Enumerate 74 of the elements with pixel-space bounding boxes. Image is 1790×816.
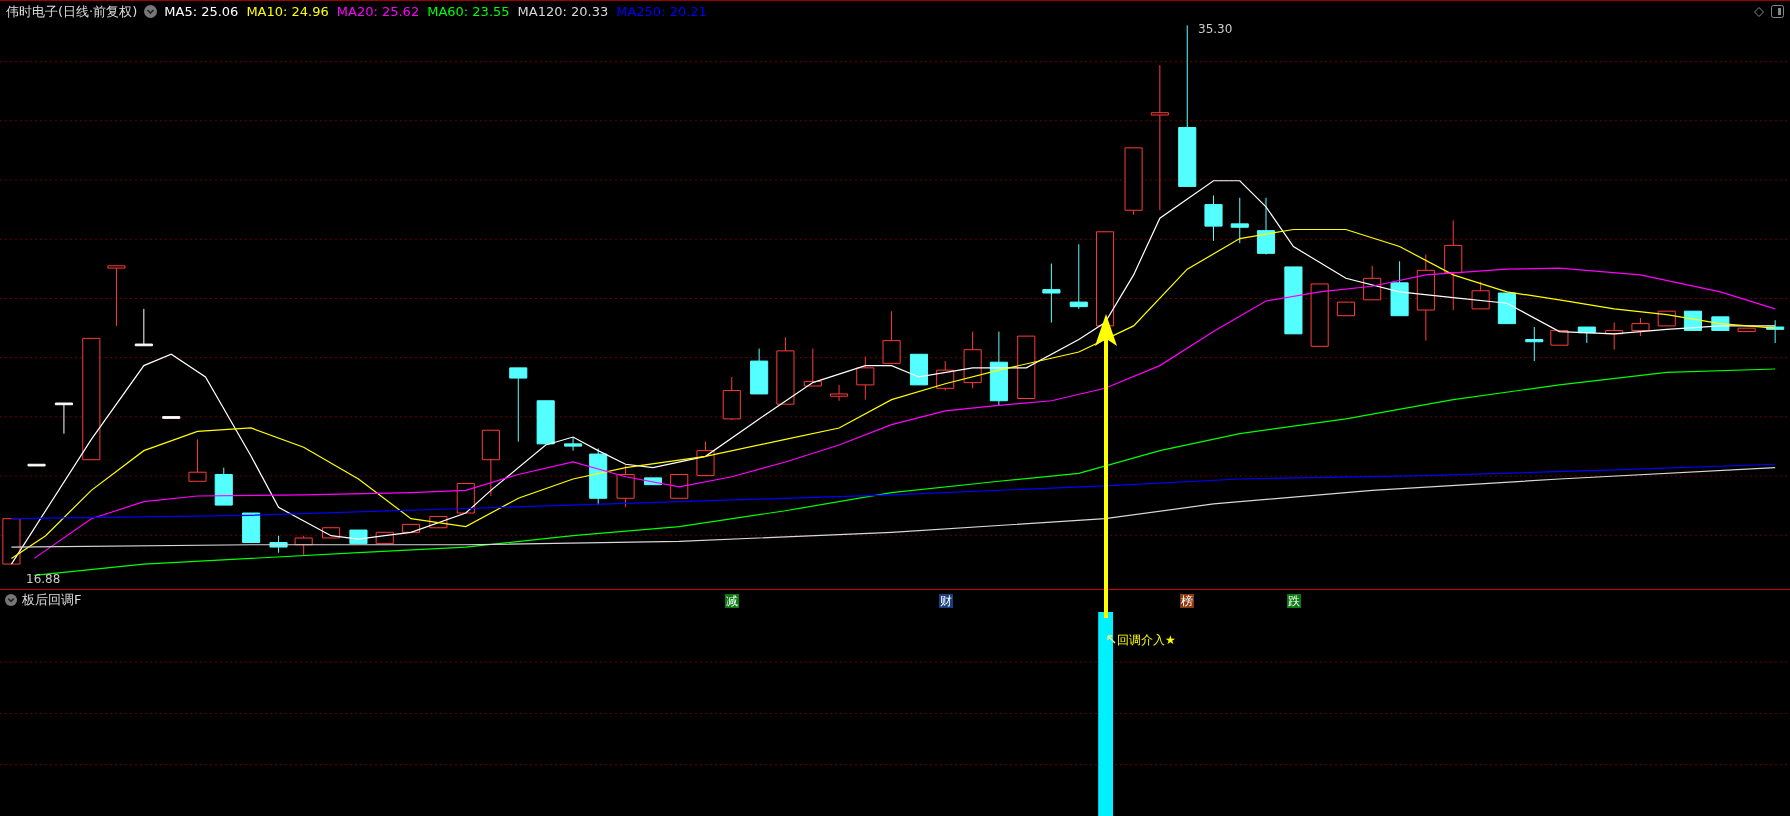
candlestick	[722, 376, 741, 421]
signal-tag: 财	[939, 594, 953, 608]
candlestick	[134, 308, 153, 347]
candlestick	[401, 523, 421, 533]
candlestick	[162, 416, 181, 419]
candlestick	[776, 336, 795, 405]
candlestick	[54, 402, 73, 435]
candlestick	[564, 436, 583, 452]
moving-average-value: MA5: 25.06	[164, 4, 239, 19]
dropdown-icon[interactable]	[5, 594, 17, 606]
dropdown-icon[interactable]	[144, 5, 158, 18]
candlestick	[322, 527, 341, 539]
candlestick	[456, 483, 475, 514]
candlestick	[696, 441, 715, 477]
candlestick	[830, 384, 849, 402]
candlestick	[429, 515, 448, 529]
candlestick	[536, 400, 555, 445]
candlestick	[1737, 327, 1756, 333]
candlestick	[616, 464, 635, 508]
stock-title: 伟时电子(日线·前复权)	[6, 2, 138, 21]
candlestick	[1550, 329, 1569, 346]
signal-label: 回调介入★	[1117, 632, 1176, 649]
moving-average-value: MA120: 20.33	[517, 4, 609, 19]
candlestick	[1605, 322, 1624, 351]
candlestick	[963, 331, 982, 389]
candlestick	[242, 512, 261, 543]
candlestick	[481, 429, 500, 497]
candlestick	[1124, 147, 1143, 216]
candlestick	[1390, 260, 1409, 317]
candlestick	[1204, 195, 1223, 242]
candlestick	[909, 353, 929, 386]
candlestick	[670, 473, 689, 499]
moving-average-value: MA250: 20.21	[616, 4, 707, 19]
candlestick	[1284, 266, 1303, 335]
candlestick	[803, 348, 822, 387]
candlestick	[27, 463, 46, 467]
candlestick	[589, 447, 608, 506]
moving-average-value: MA60: 23.55	[427, 4, 510, 19]
candlestick	[1471, 281, 1490, 310]
candlestick	[1256, 197, 1276, 255]
high-price-label: 35.30	[1198, 22, 1233, 36]
candlestick	[643, 477, 663, 486]
candlestick	[1017, 335, 1036, 399]
candlestick	[856, 356, 875, 401]
candlestick	[1497, 292, 1516, 325]
signal-tag: 榜	[1180, 594, 1194, 608]
candlestick	[1577, 326, 1596, 344]
candlestick	[188, 438, 207, 482]
candlestick	[1336, 301, 1355, 317]
candlestick	[936, 360, 955, 392]
candlestick	[1069, 243, 1088, 310]
panel-toggle-icon[interactable]	[1771, 5, 1784, 18]
candlestick	[1363, 265, 1382, 301]
candlestick	[1042, 263, 1061, 323]
signal-tag: 减	[725, 594, 739, 608]
candlestick	[1657, 310, 1676, 327]
candlestick	[107, 265, 126, 327]
moving-average-value: MA10: 24.96	[246, 4, 329, 19]
candlestick	[294, 535, 313, 556]
candlestick	[1631, 317, 1650, 337]
candlestick	[1525, 326, 1544, 362]
candlestick	[1310, 283, 1329, 347]
candlestick	[750, 348, 769, 395]
candlestick	[214, 467, 233, 506]
candlestick	[269, 535, 288, 554]
signal-tag: 跌	[1287, 594, 1301, 608]
moving-average-value: MA20: 25.62	[336, 4, 420, 19]
indicator-title: 板后回调F	[22, 591, 82, 609]
pointer-arrow-icon	[1107, 635, 1116, 644]
low-price-label: 16.88	[26, 572, 61, 586]
candlestick	[882, 310, 901, 364]
candlestick	[1766, 319, 1785, 344]
candlestick	[1230, 197, 1249, 244]
candlestick	[375, 531, 394, 545]
